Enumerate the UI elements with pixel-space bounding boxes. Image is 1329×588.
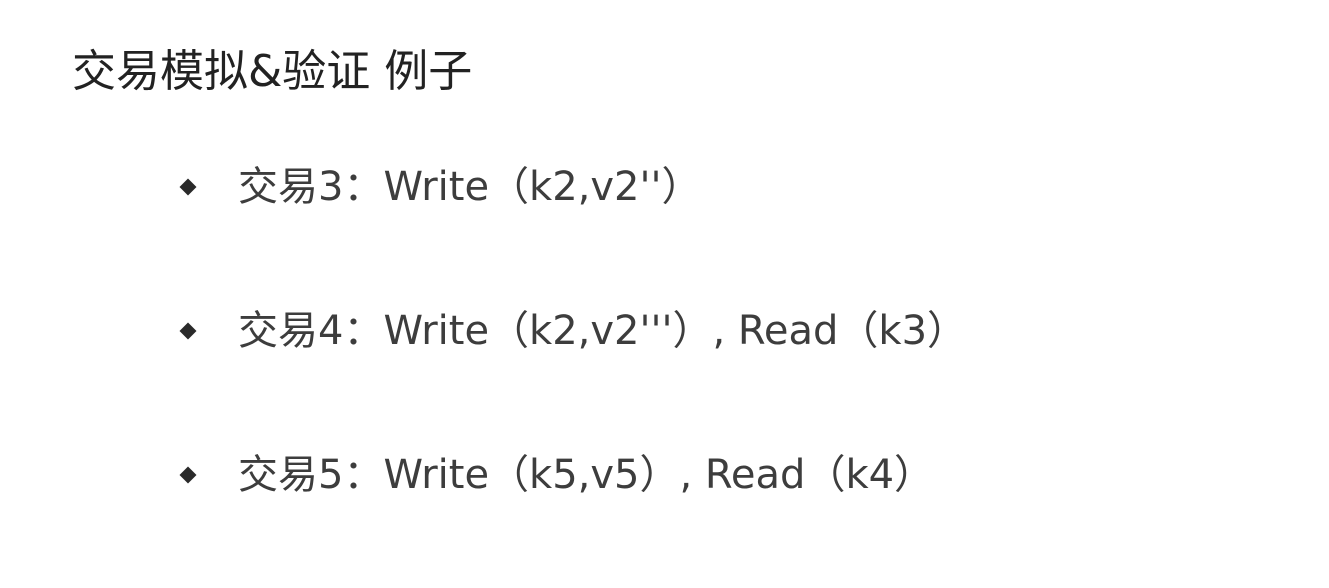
diamond-bullet-icon: [179, 322, 197, 340]
diamond-bullet-icon: [179, 178, 197, 196]
bullet-list: 交易3：Write（k2,v2''） 交易4：Write（k2,v2'''）, …: [179, 155, 1280, 507]
slide-title: 交易模拟&验证 例子: [72, 46, 473, 97]
diamond-bullet-icon: [179, 466, 197, 484]
slide: 交易模拟&验证 例子 交易3：Write（k2,v2''） 交易4：Write（…: [0, 0, 1329, 588]
bullet-text: 交易4：Write（k2,v2'''）, Read（k3）: [238, 308, 968, 354]
bullet-item-transaction-4: 交易4：Write（k2,v2'''）, Read（k3）: [179, 299, 1280, 363]
bullet-text: 交易5：Write（k5,v5）, Read（k4）: [238, 452, 935, 498]
bullet-text: 交易3：Write（k2,v2''）: [238, 164, 702, 210]
bullet-item-transaction-3: 交易3：Write（k2,v2''）: [179, 155, 1280, 219]
bullet-item-transaction-5: 交易5：Write（k5,v5）, Read（k4）: [179, 443, 1280, 507]
